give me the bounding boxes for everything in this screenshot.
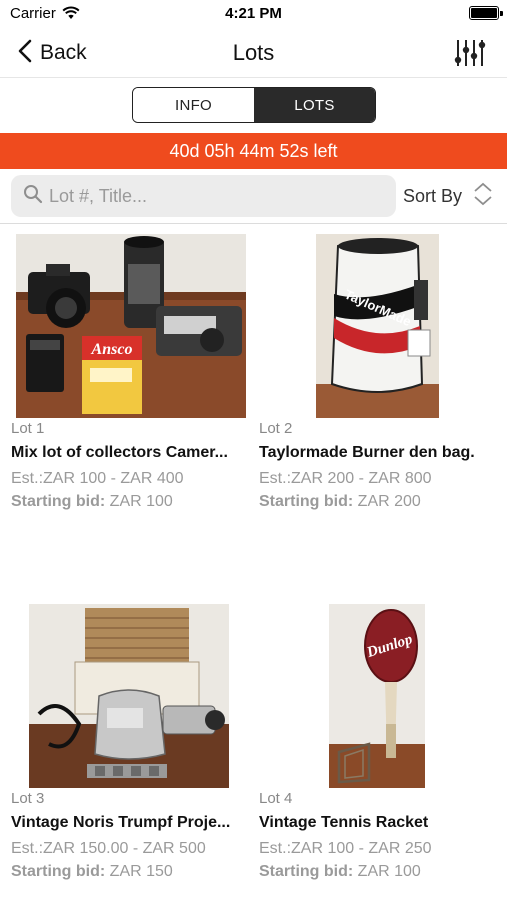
countdown-banner: 40d 05h 44m 52s left xyxy=(0,133,507,169)
lot-starting-bid: Starting bid: ZAR 200 xyxy=(259,493,421,511)
starting-bid-label: Starting bid: xyxy=(259,493,354,510)
lot-estimate: Est.:ZAR 150.00 - ZAR 500 xyxy=(11,840,206,857)
lot-starting-bid: Starting bid: ZAR 100 xyxy=(259,863,421,881)
divider xyxy=(0,223,507,224)
lot-image-tennis-racket: Dunlop xyxy=(329,604,425,788)
search-box xyxy=(11,175,396,217)
lot-number: Lot 4 xyxy=(259,790,293,807)
nav-bar: Back Lots xyxy=(0,28,507,78)
battery-icon xyxy=(469,6,503,20)
chevron-left-icon xyxy=(18,39,40,68)
lot-estimate: Est.:ZAR 100 - ZAR 400 xyxy=(11,470,184,487)
ansco-label: Ansco xyxy=(91,341,133,358)
search-input[interactable] xyxy=(49,185,369,207)
lot-title: Taylormade Burner den bag. xyxy=(259,444,475,461)
lot-title: Vintage Noris Trumpf Proje... xyxy=(11,814,231,831)
lot-image-golf-bag: TaylorMade xyxy=(316,234,439,418)
sliders-icon xyxy=(453,40,487,74)
lot-title: Mix lot of collectors Camer... xyxy=(11,444,228,461)
segmented-control: INFO LOTS xyxy=(132,87,376,123)
lot-number: Lot 1 xyxy=(11,420,45,437)
clock: 4:21 PM xyxy=(225,5,282,22)
lot-starting-bid: Starting bid: ZAR 150 xyxy=(11,863,173,881)
lot-image-cameras: Ansco xyxy=(16,234,246,418)
lot-number: Lot 2 xyxy=(259,420,293,437)
tab-lots[interactable]: LOTS xyxy=(254,88,375,122)
starting-bid-label: Starting bid: xyxy=(259,863,354,880)
back-button[interactable]: Back xyxy=(18,38,87,68)
search-icon xyxy=(23,184,43,209)
lot-number: Lot 3 xyxy=(11,790,45,807)
starting-bid-value: ZAR 100 xyxy=(357,863,421,880)
lot-starting-bid: Starting bid: ZAR 100 xyxy=(11,493,173,511)
lot-title: Vintage Tennis Racket xyxy=(259,814,429,831)
lot-card[interactable]: Lot 3 Vintage Noris Trumpf Proje... Est.… xyxy=(11,604,251,894)
starting-bid-value: ZAR 150 xyxy=(109,863,173,880)
back-label: Back xyxy=(40,41,87,64)
status-bar: Carrier 4:21 PM xyxy=(0,0,507,28)
filter-button[interactable] xyxy=(453,36,487,70)
starting-bid-value: ZAR 200 xyxy=(357,493,421,510)
sort-chevrons-icon xyxy=(472,181,494,212)
lot-image-projector xyxy=(29,604,229,788)
tab-info[interactable]: INFO xyxy=(133,88,254,122)
sort-button[interactable]: Sort By xyxy=(403,178,494,214)
sort-label: Sort By xyxy=(403,185,463,206)
starting-bid-label: Starting bid: xyxy=(11,863,106,880)
starting-bid-value: ZAR 100 xyxy=(109,493,173,510)
lot-card[interactable]: Dunlop Lot 4 Vintage Tennis Racket Est.:… xyxy=(259,604,499,894)
lot-estimate: Est.:ZAR 200 - ZAR 800 xyxy=(259,470,432,487)
lot-card[interactable]: TaylorMade Lot 2 Taylormade Burner den b… xyxy=(259,234,499,524)
lot-estimate: Est.:ZAR 100 - ZAR 250 xyxy=(259,840,432,857)
lot-card[interactable]: Ansco Lot 1 Mix lot of collectors Camer.… xyxy=(11,234,251,524)
starting-bid-label: Starting bid: xyxy=(11,493,106,510)
